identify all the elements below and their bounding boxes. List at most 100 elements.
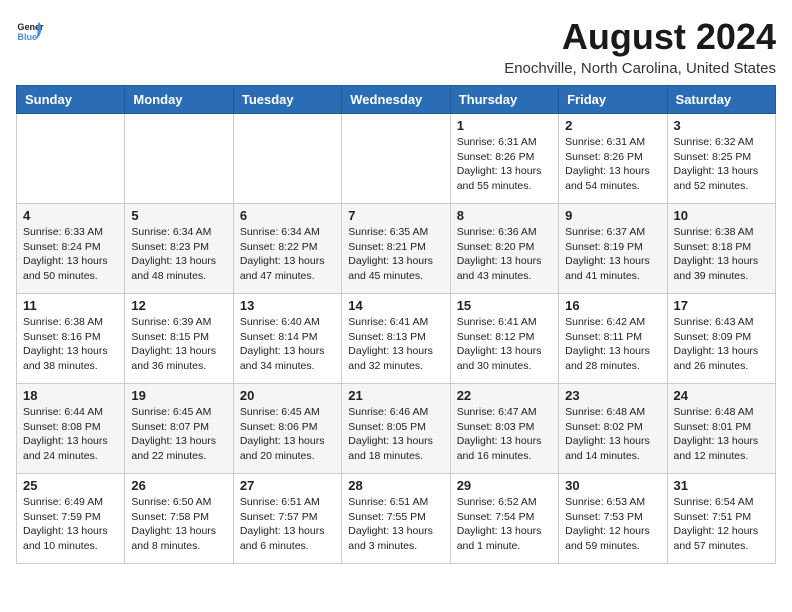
week-row-1: 1Sunrise: 6:31 AM Sunset: 8:26 PM Daylig… xyxy=(17,114,776,204)
day-cell: 29Sunrise: 6:52 AM Sunset: 7:54 PM Dayli… xyxy=(450,474,558,564)
day-number: 12 xyxy=(131,298,226,313)
day-number: 15 xyxy=(457,298,552,313)
day-number: 4 xyxy=(23,208,118,223)
day-cell: 6 Sunrise: 6:34 AM Sunset: 8:22 PM Daylig… xyxy=(233,204,341,294)
day-number: 9 xyxy=(565,208,660,223)
day-cell: 12 Sunrise: 6:39 AM Sunset: 8:15 PM Dayli… xyxy=(125,294,233,384)
day-number: 11 xyxy=(23,298,118,313)
weekday-header-row: SundayMondayTuesdayWednesdayThursdayFrid… xyxy=(17,86,776,114)
day-cell: 26 Sunrise: 6:50 AM Sunset: 7:58 PM Dayli… xyxy=(125,474,233,564)
day-number: 22 xyxy=(457,388,552,403)
day-cell xyxy=(233,114,341,204)
week-row-5: 25Sunrise: 6:49 AM Sunset: 7:59 PM Dayli… xyxy=(17,474,776,564)
day-number: 2 xyxy=(565,118,660,133)
day-cell: 31 Sunrise: 6:54 AM Sunset: 7:51 PM Dayli… xyxy=(667,474,775,564)
day-info: Sunrise: 6:31 AM Sunset: 8:26 PM Dayligh… xyxy=(565,135,660,194)
day-cell: 21 Sunrise: 6:46 AM Sunset: 8:05 PM Dayli… xyxy=(342,384,450,474)
day-cell: 1Sunrise: 6:31 AM Sunset: 8:26 PM Daylig… xyxy=(450,114,558,204)
weekday-header-friday: Friday xyxy=(559,86,667,114)
day-info: Sunrise: 6:36 AM Sunset: 8:20 PM Dayligh… xyxy=(457,225,552,284)
weekday-header-sunday: Sunday xyxy=(17,86,125,114)
day-cell: 5Sunrise: 6:34 AM Sunset: 8:23 PM Daylig… xyxy=(125,204,233,294)
day-cell: 18Sunrise: 6:44 AM Sunset: 8:08 PM Dayli… xyxy=(17,384,125,474)
day-cell: 25Sunrise: 6:49 AM Sunset: 7:59 PM Dayli… xyxy=(17,474,125,564)
day-number: 24 xyxy=(674,388,769,403)
day-info: Sunrise: 6:41 AM Sunset: 8:13 PM Dayligh… xyxy=(348,315,443,374)
day-info: Sunrise: 6:47 AM Sunset: 8:03 PM Dayligh… xyxy=(457,405,552,464)
logo: General Blue xyxy=(16,16,44,44)
week-row-3: 11 Sunrise: 6:38 AM Sunset: 8:16 PM Dayli… xyxy=(17,294,776,384)
day-number: 19 xyxy=(131,388,226,403)
day-cell: 4 Sunrise: 6:33 AM Sunset: 8:24 PM Daylig… xyxy=(17,204,125,294)
day-info: Sunrise: 6:35 AM Sunset: 8:21 PM Dayligh… xyxy=(348,225,443,284)
day-cell: 19 Sunrise: 6:45 AM Sunset: 8:07 PM Dayli… xyxy=(125,384,233,474)
day-number: 21 xyxy=(348,388,443,403)
title-block: August 2024 Enochville, North Carolina, … xyxy=(504,16,776,77)
day-info: Sunrise: 6:51 AM Sunset: 7:57 PM Dayligh… xyxy=(240,495,335,554)
day-info: Sunrise: 6:48 AM Sunset: 8:01 PM Dayligh… xyxy=(674,405,769,464)
day-cell: 28 Sunrise: 6:51 AM Sunset: 7:55 PM Dayli… xyxy=(342,474,450,564)
day-number: 26 xyxy=(131,478,226,493)
day-cell: 13Sunrise: 6:40 AM Sunset: 8:14 PM Dayli… xyxy=(233,294,341,384)
day-cell: 24 Sunrise: 6:48 AM Sunset: 8:01 PM Dayli… xyxy=(667,384,775,474)
day-info: Sunrise: 6:50 AM Sunset: 7:58 PM Dayligh… xyxy=(131,495,226,554)
day-number: 7 xyxy=(348,208,443,223)
logo-icon: General Blue xyxy=(16,16,44,44)
day-info: Sunrise: 6:41 AM Sunset: 8:12 PM Dayligh… xyxy=(457,315,552,374)
day-info: Sunrise: 6:51 AM Sunset: 7:55 PM Dayligh… xyxy=(348,495,443,554)
day-info: Sunrise: 6:45 AM Sunset: 8:06 PM Dayligh… xyxy=(240,405,335,464)
day-cell: 23Sunrise: 6:48 AM Sunset: 8:02 PM Dayli… xyxy=(559,384,667,474)
svg-text:Blue: Blue xyxy=(17,32,37,42)
day-info: Sunrise: 6:42 AM Sunset: 8:11 PM Dayligh… xyxy=(565,315,660,374)
day-info: Sunrise: 6:33 AM Sunset: 8:24 PM Dayligh… xyxy=(23,225,118,284)
day-info: Sunrise: 6:53 AM Sunset: 7:53 PM Dayligh… xyxy=(565,495,660,554)
day-info: Sunrise: 6:34 AM Sunset: 8:22 PM Dayligh… xyxy=(240,225,335,284)
weekday-header-wednesday: Wednesday xyxy=(342,86,450,114)
day-info: Sunrise: 6:39 AM Sunset: 8:15 PM Dayligh… xyxy=(131,315,226,374)
day-number: 20 xyxy=(240,388,335,403)
day-cell: 16 Sunrise: 6:42 AM Sunset: 8:11 PM Dayli… xyxy=(559,294,667,384)
day-number: 16 xyxy=(565,298,660,313)
day-number: 23 xyxy=(565,388,660,403)
day-info: Sunrise: 6:54 AM Sunset: 7:51 PM Dayligh… xyxy=(674,495,769,554)
weekday-header-monday: Monday xyxy=(125,86,233,114)
day-cell: 11 Sunrise: 6:38 AM Sunset: 8:16 PM Dayli… xyxy=(17,294,125,384)
day-number: 31 xyxy=(674,478,769,493)
day-cell: 20 Sunrise: 6:45 AM Sunset: 8:06 PM Dayli… xyxy=(233,384,341,474)
weekday-header-saturday: Saturday xyxy=(667,86,775,114)
day-cell: 30 Sunrise: 6:53 AM Sunset: 7:53 PM Dayli… xyxy=(559,474,667,564)
day-info: Sunrise: 6:40 AM Sunset: 8:14 PM Dayligh… xyxy=(240,315,335,374)
day-info: Sunrise: 6:37 AM Sunset: 8:19 PM Dayligh… xyxy=(565,225,660,284)
day-number: 30 xyxy=(565,478,660,493)
day-info: Sunrise: 6:46 AM Sunset: 8:05 PM Dayligh… xyxy=(348,405,443,464)
day-number: 10 xyxy=(674,208,769,223)
day-info: Sunrise: 6:31 AM Sunset: 8:26 PM Dayligh… xyxy=(457,135,552,194)
day-cell: 17Sunrise: 6:43 AM Sunset: 8:09 PM Dayli… xyxy=(667,294,775,384)
day-cell: 2 Sunrise: 6:31 AM Sunset: 8:26 PM Daylig… xyxy=(559,114,667,204)
day-info: Sunrise: 6:45 AM Sunset: 8:07 PM Dayligh… xyxy=(131,405,226,464)
day-cell: 7 Sunrise: 6:35 AM Sunset: 8:21 PM Daylig… xyxy=(342,204,450,294)
day-info: Sunrise: 6:44 AM Sunset: 8:08 PM Dayligh… xyxy=(23,405,118,464)
day-cell: 22 Sunrise: 6:47 AM Sunset: 8:03 PM Dayli… xyxy=(450,384,558,474)
weekday-header-tuesday: Tuesday xyxy=(233,86,341,114)
day-number: 28 xyxy=(348,478,443,493)
day-number: 14 xyxy=(348,298,443,313)
weekday-header-thursday: Thursday xyxy=(450,86,558,114)
page-title: August 2024 xyxy=(504,16,776,58)
day-cell: 3Sunrise: 6:32 AM Sunset: 8:25 PM Daylig… xyxy=(667,114,775,204)
day-cell: 15 Sunrise: 6:41 AM Sunset: 8:12 PM Dayli… xyxy=(450,294,558,384)
day-number: 25 xyxy=(23,478,118,493)
page-header: General Blue August 2024 Enochville, Nor… xyxy=(16,16,776,77)
page-subtitle: Enochville, North Carolina, United State… xyxy=(504,60,776,77)
day-cell: 14 Sunrise: 6:41 AM Sunset: 8:13 PM Dayli… xyxy=(342,294,450,384)
week-row-4: 18Sunrise: 6:44 AM Sunset: 8:08 PM Dayli… xyxy=(17,384,776,474)
calendar-table: SundayMondayTuesdayWednesdayThursdayFrid… xyxy=(16,85,776,564)
day-info: Sunrise: 6:38 AM Sunset: 8:16 PM Dayligh… xyxy=(23,315,118,374)
day-number: 8 xyxy=(457,208,552,223)
day-cell: 8 Sunrise: 6:36 AM Sunset: 8:20 PM Daylig… xyxy=(450,204,558,294)
day-cell xyxy=(17,114,125,204)
day-cell xyxy=(342,114,450,204)
day-cell xyxy=(125,114,233,204)
day-cell: 10Sunrise: 6:38 AM Sunset: 8:18 PM Dayli… xyxy=(667,204,775,294)
day-number: 6 xyxy=(240,208,335,223)
